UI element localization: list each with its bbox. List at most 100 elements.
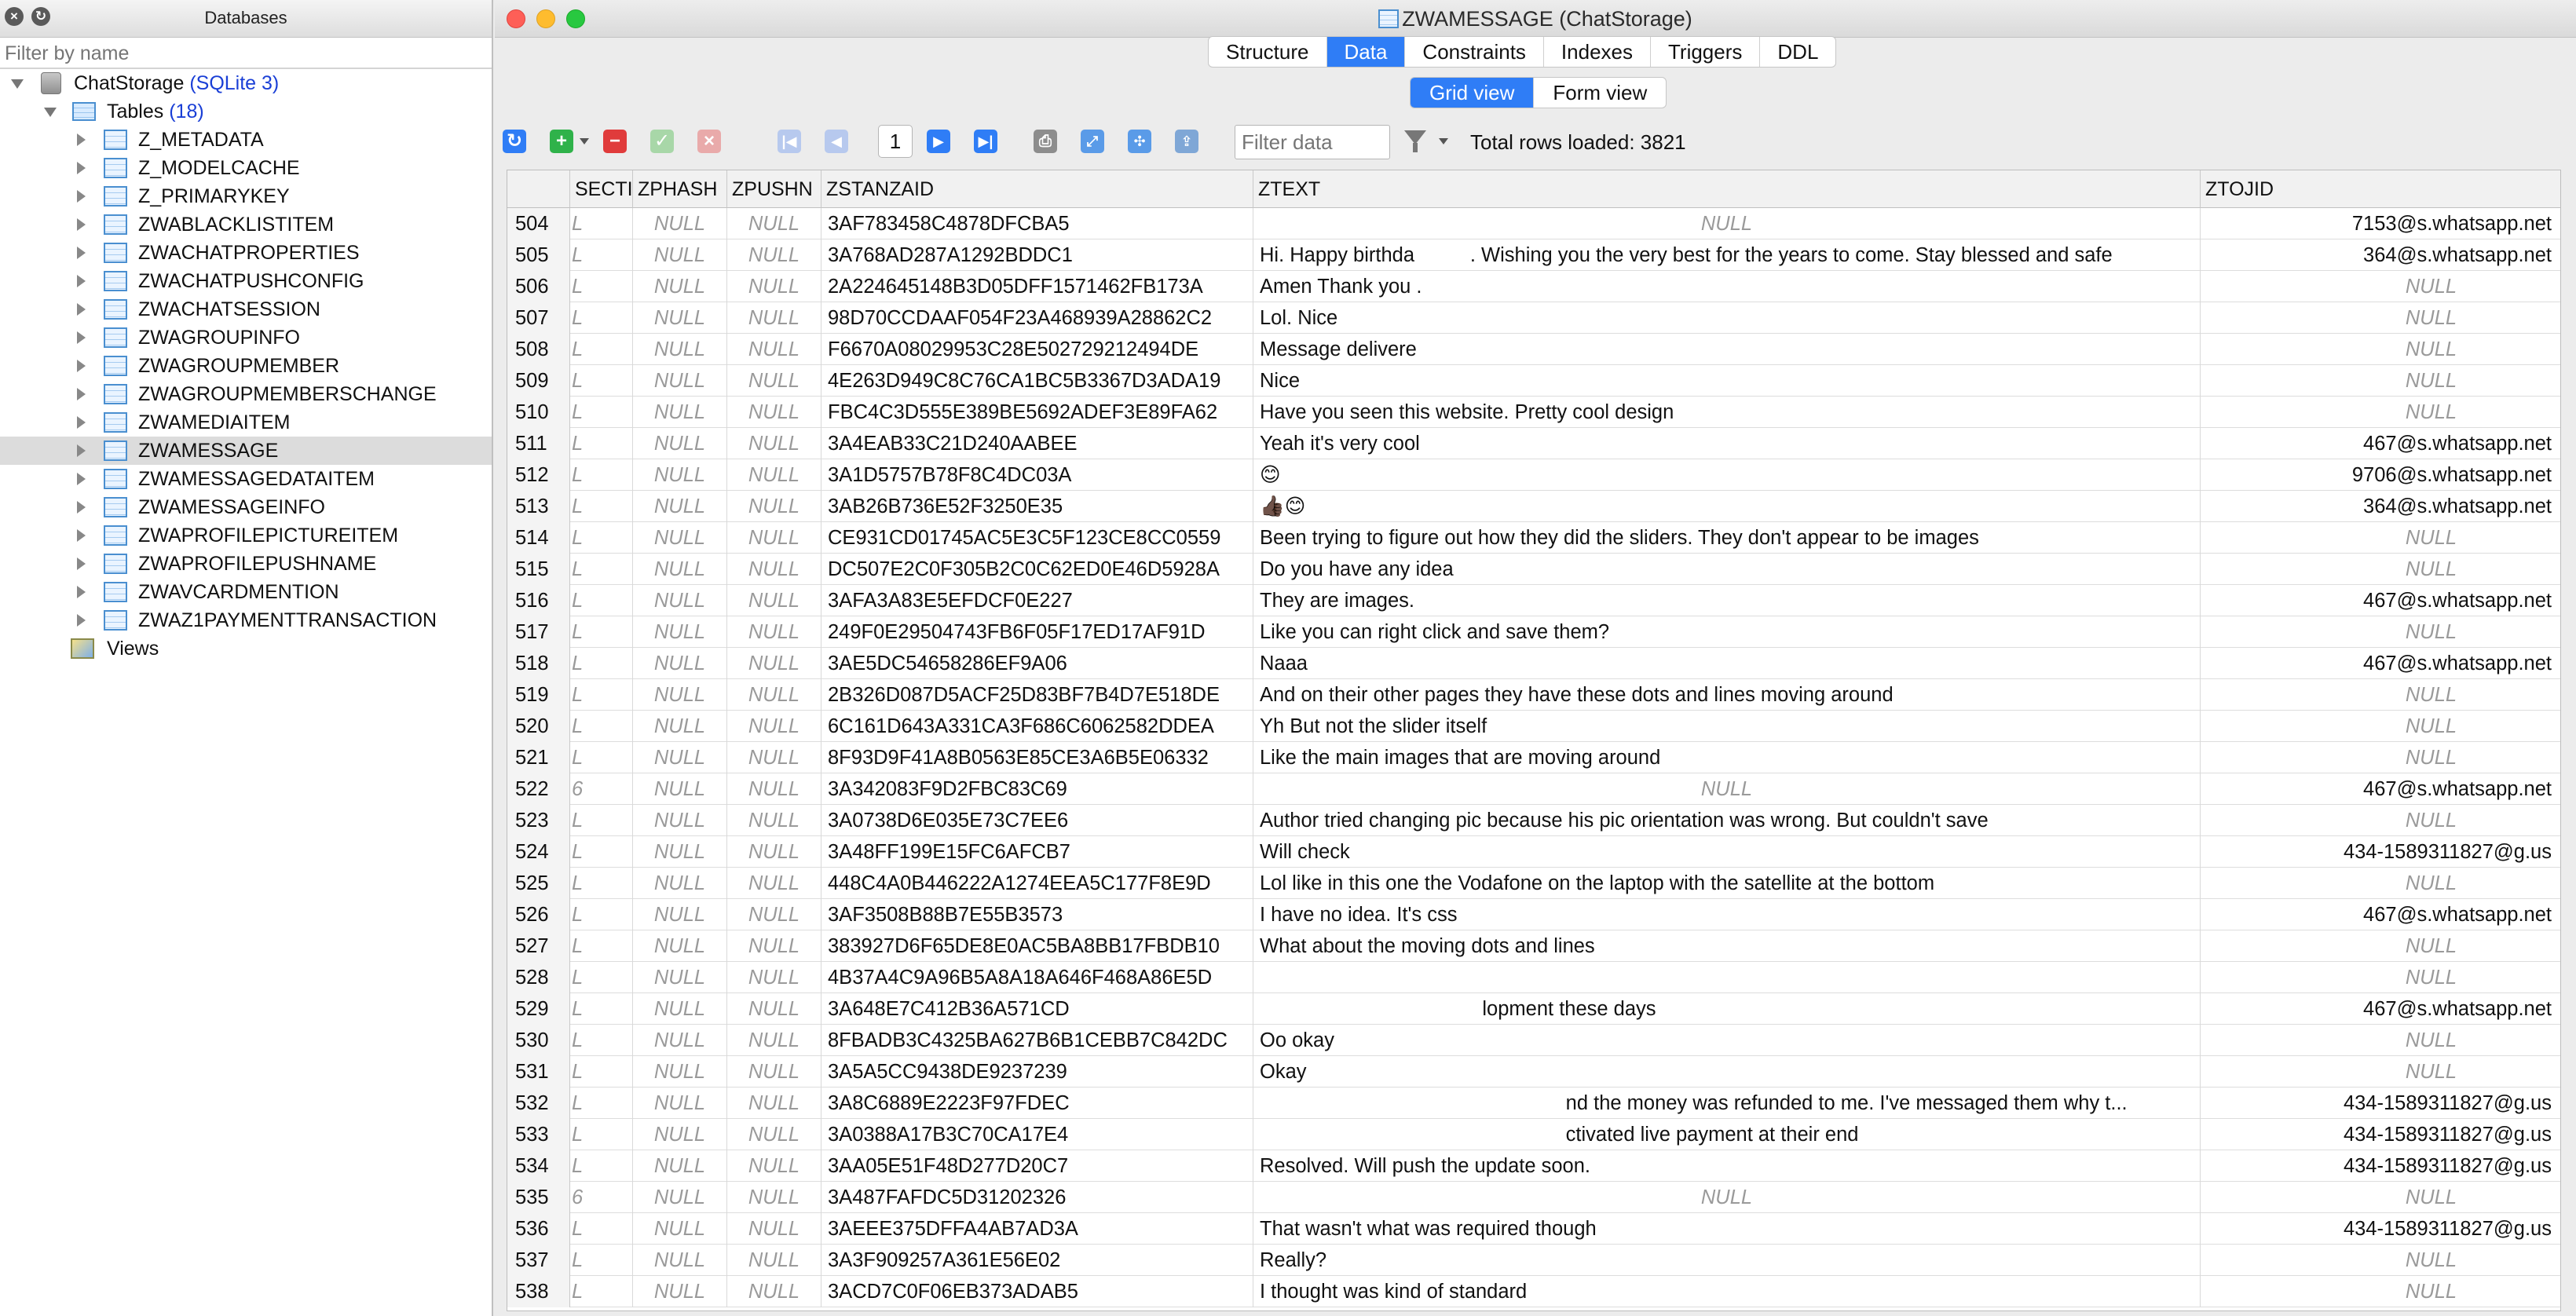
cell-secti[interactable]: 6 — [570, 1182, 633, 1213]
fit-columns-button[interactable]: ✣ — [1128, 130, 1151, 153]
cell-zphash[interactable]: NULL — [633, 491, 727, 522]
cell-zstanzaid[interactable]: 448C4A0B446222A1274EEA5C177F8E9D — [821, 868, 1253, 899]
table-row[interactable]: 507 L NULL NULL 98D70CCDAAF054F23A468939A288… — [507, 302, 2560, 334]
cell-ztojid[interactable]: 434-1589311827@g.us — [2201, 1213, 2560, 1245]
cell-ztojid[interactable]: 467@s.whatsapp.net — [2201, 773, 2560, 805]
cell-ztojid[interactable]: 364@s.whatsapp.net — [2201, 491, 2560, 522]
cell-zstanzaid[interactable]: 4B37A4C9A96B5A8A18A646F468A86E5D — [821, 962, 1253, 993]
cell-zpushname[interactable]: NULL — [727, 868, 821, 899]
cell-zstanzaid[interactable]: 3ACD7C0F06EB373ADAB5 — [821, 1276, 1253, 1307]
table-row[interactable]: 522 6 NULL NULL 3A342083F9D2FBC83C69 NULL 467@… — [507, 773, 2560, 805]
tree-table-item[interactable]: ZWAVCARDMENTION — [0, 578, 492, 606]
disclosure-right-icon[interactable] — [77, 275, 86, 287]
tree-table-item[interactable]: ZWAMESSAGEDATAITEM — [0, 465, 492, 493]
cell-zpushname[interactable]: NULL — [727, 491, 821, 522]
cell-ztext[interactable]: Like the main images that are moving aro… — [1253, 742, 2201, 773]
cell-ztojid[interactable]: NULL — [2201, 679, 2560, 711]
cell-ztojid[interactable]: 364@s.whatsapp.net — [2201, 239, 2560, 271]
table-row[interactable]: 509 L NULL NULL 4E263D949C8C76CA1BC5B3367D3A… — [507, 365, 2560, 397]
rollback-button[interactable]: × — [697, 130, 721, 153]
cell-zstanzaid[interactable]: 8FBADB3C4325BA627B6B1CEBB7C842DC — [821, 1025, 1253, 1056]
cell-zpushname[interactable]: NULL — [727, 805, 821, 836]
cell-secti[interactable]: L — [570, 1150, 633, 1182]
cell-secti[interactable]: L — [570, 1276, 633, 1307]
cell-zstanzaid[interactable]: 3AF3508B88B7E55B3573 — [821, 899, 1253, 930]
cell-zpushname[interactable]: NULL — [727, 773, 821, 805]
cell-zpushname[interactable]: NULL — [727, 239, 821, 271]
tree-table-item[interactable]: ZWAMESSAGE — [0, 437, 492, 465]
next-page-button[interactable]: ▶ — [927, 130, 950, 153]
cell-zstanzaid[interactable]: 3A0388A17B3C70CA17E4 — [821, 1119, 1253, 1150]
cell-secti[interactable]: L — [570, 1119, 633, 1150]
print-button[interactable]: ⎙ — [1034, 130, 1057, 153]
table-row[interactable]: 519 L NULL NULL 2B326D087D5ACF25D83BF7B4D7E5… — [507, 679, 2560, 711]
table-row[interactable]: 514 L NULL NULL CE931CD01745AC5E3C5F123CE8CC… — [507, 522, 2560, 554]
disclosure-right-icon[interactable] — [77, 331, 86, 344]
cell-secti[interactable]: L — [570, 554, 633, 585]
database-filter[interactable] — [0, 38, 492, 69]
cell-secti[interactable]: L — [570, 930, 633, 962]
export-button[interactable]: ⇪ — [1175, 130, 1198, 153]
cell-ztext[interactable]: Oo okay — [1253, 1025, 2201, 1056]
cell-secti[interactable]: L — [570, 1025, 633, 1056]
cell-ztojid[interactable]: 467@s.whatsapp.net — [2201, 648, 2560, 679]
cell-secti[interactable]: L — [570, 397, 633, 428]
cell-zstanzaid[interactable]: 3AFA3A83E5EFDCF0E227 — [821, 585, 1253, 616]
chevron-down-icon[interactable] — [1439, 138, 1448, 144]
disclosure-right-icon[interactable] — [77, 162, 86, 174]
cell-zpushname[interactable]: NULL — [727, 962, 821, 993]
cell-zpushname[interactable]: NULL — [727, 1056, 821, 1088]
table-row[interactable]: 535 6 NULL NULL 3A487FAFDC5D31202326 NULL NULL — [507, 1182, 2560, 1213]
cell-zpushname[interactable]: NULL — [727, 554, 821, 585]
cell-ztext[interactable]: Lol like in this one the Vodafone on the… — [1253, 868, 2201, 899]
cell-ztext[interactable]: Naaa — [1253, 648, 2201, 679]
cell-ztojid[interactable]: 434-1589311827@g.us — [2201, 836, 2560, 868]
cell-zphash[interactable]: NULL — [633, 271, 727, 302]
cell-secti[interactable]: L — [570, 302, 633, 334]
cell-zphash[interactable]: NULL — [633, 993, 727, 1025]
tab-structure[interactable]: Structure — [1209, 37, 1327, 67]
disclosure-right-icon[interactable] — [77, 218, 86, 231]
tree-tables-group[interactable]: Tables (18) — [0, 97, 492, 126]
last-page-button[interactable]: ▶| — [974, 130, 997, 153]
cell-zstanzaid[interactable]: 6C161D643A331CA3F686C6062582DDEA — [821, 711, 1253, 742]
cell-secti[interactable]: L — [570, 648, 633, 679]
cell-ztext[interactable]: Will check — [1253, 836, 2201, 868]
cell-zphash[interactable]: NULL — [633, 1088, 727, 1119]
cell-zphash[interactable]: NULL — [633, 334, 727, 365]
filter-by-name-input[interactable] — [5, 42, 487, 65]
disclosure-right-icon[interactable] — [77, 360, 86, 372]
cell-ztext[interactable]: Resolved. Will push the update soon. — [1253, 1150, 2201, 1182]
cell-ztojid[interactable]: 434-1589311827@g.us — [2201, 1119, 2560, 1150]
cell-secti[interactable]: 6 — [570, 773, 633, 805]
cell-zstanzaid[interactable]: 2A224645148B3D05DFF1571462FB173A — [821, 271, 1253, 302]
cell-ztojid[interactable]: NULL — [2201, 554, 2560, 585]
cell-zpushname[interactable]: NULL — [727, 1119, 821, 1150]
cell-ztojid[interactable]: NULL — [2201, 1276, 2560, 1307]
tree-table-item[interactable]: ZWAPROFILEPUSHNAME — [0, 550, 492, 578]
cell-zpushname[interactable]: NULL — [727, 1088, 821, 1119]
cell-zpushname[interactable]: NULL — [727, 742, 821, 773]
cell-zphash[interactable]: NULL — [633, 679, 727, 711]
cell-zpushname[interactable]: NULL — [727, 208, 821, 239]
cell-zstanzaid[interactable]: 98D70CCDAAF054F23A468939A28862C2 — [821, 302, 1253, 334]
table-row[interactable]: 524 L NULL NULL 3A48FF199E15FC6AFCB7 Will che… — [507, 836, 2560, 868]
cell-zphash[interactable]: NULL — [633, 962, 727, 993]
cell-zstanzaid[interactable]: 3A8C6889E2223F97FDEC — [821, 1088, 1253, 1119]
disclosure-down-icon[interactable] — [44, 108, 57, 117]
cell-zphash[interactable]: NULL — [633, 365, 727, 397]
table-row[interactable]: 525 L NULL NULL 448C4A0B446222A1274EEA5C177F… — [507, 868, 2560, 899]
cell-ztojid[interactable]: 467@s.whatsapp.net — [2201, 993, 2560, 1025]
disclosure-right-icon[interactable] — [77, 247, 86, 259]
cell-zstanzaid[interactable]: 3A48FF199E15FC6AFCB7 — [821, 836, 1253, 868]
tree-table-item[interactable]: ZWAPROFILEPICTUREITEM — [0, 521, 492, 550]
chevron-down-icon[interactable] — [580, 138, 589, 144]
cell-zphash[interactable]: NULL — [633, 805, 727, 836]
cell-zpushname[interactable]: NULL — [727, 1245, 821, 1276]
table-row[interactable]: 528 L NULL NULL 4B37A4C9A96B5A8A18A646F468A8… — [507, 962, 2560, 993]
cell-secti[interactable]: L — [570, 459, 633, 491]
cell-zphash[interactable]: NULL — [633, 1025, 727, 1056]
disclosure-right-icon[interactable] — [77, 416, 86, 429]
cell-ztext[interactable]: Have you seen this website. Pretty cool … — [1253, 397, 2201, 428]
cell-zstanzaid[interactable]: 2B326D087D5ACF25D83BF7B4D7E518DE — [821, 679, 1253, 711]
